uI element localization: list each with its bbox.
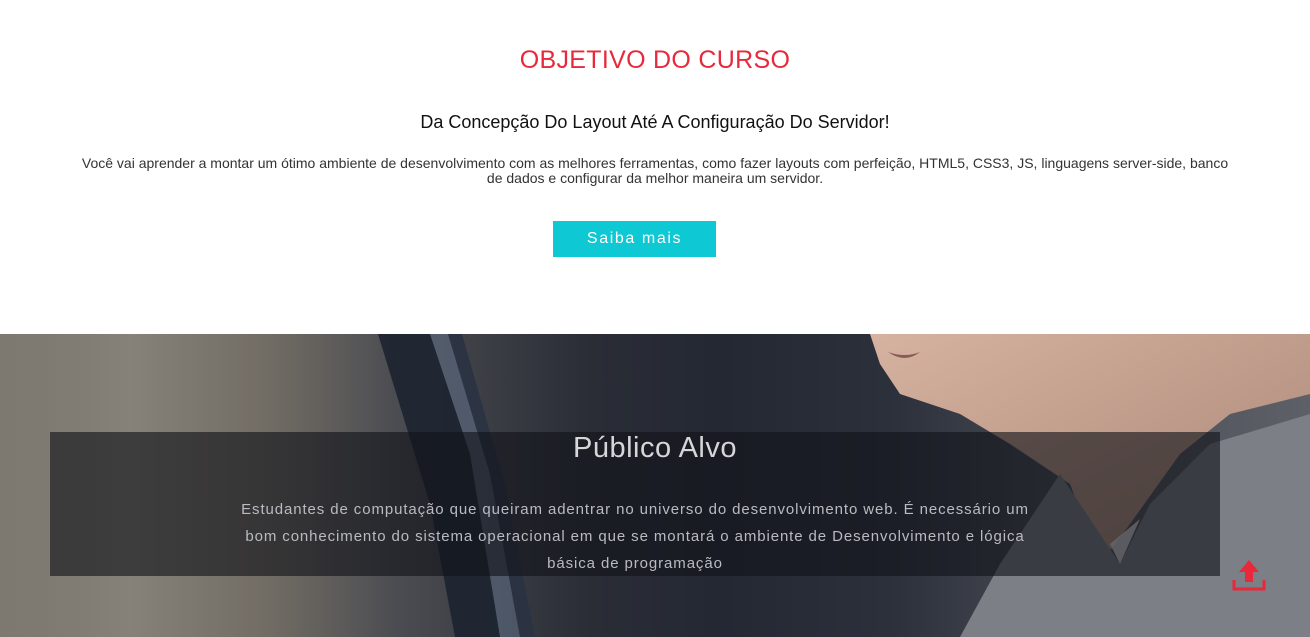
scroll-top-upload-arrow-icon[interactable]: [1230, 558, 1268, 594]
objetivo-subtitle: Da Concepção Do Layout Até A Configuraçã…: [420, 112, 890, 132]
publico-alvo-title: Público Alvo: [573, 432, 737, 464]
objetivo-section: OBJETIVO DO CURSO Da Concepção Do Layout…: [0, 0, 1310, 334]
publico-alvo-description: Estudantes de computação que queiram ade…: [241, 501, 1029, 572]
publico-alvo-section: Público Alvo Estudantes de computação qu…: [0, 334, 1310, 637]
objetivo-description: Você vai aprender a montar um ótimo ambi…: [81, 155, 1229, 186]
upload-arrow-icon: [1232, 560, 1266, 591]
objetivo-title: OBJETIVO DO CURSO: [519, 46, 791, 74]
saiba-mais-button[interactable]: Saiba mais: [553, 221, 716, 257]
